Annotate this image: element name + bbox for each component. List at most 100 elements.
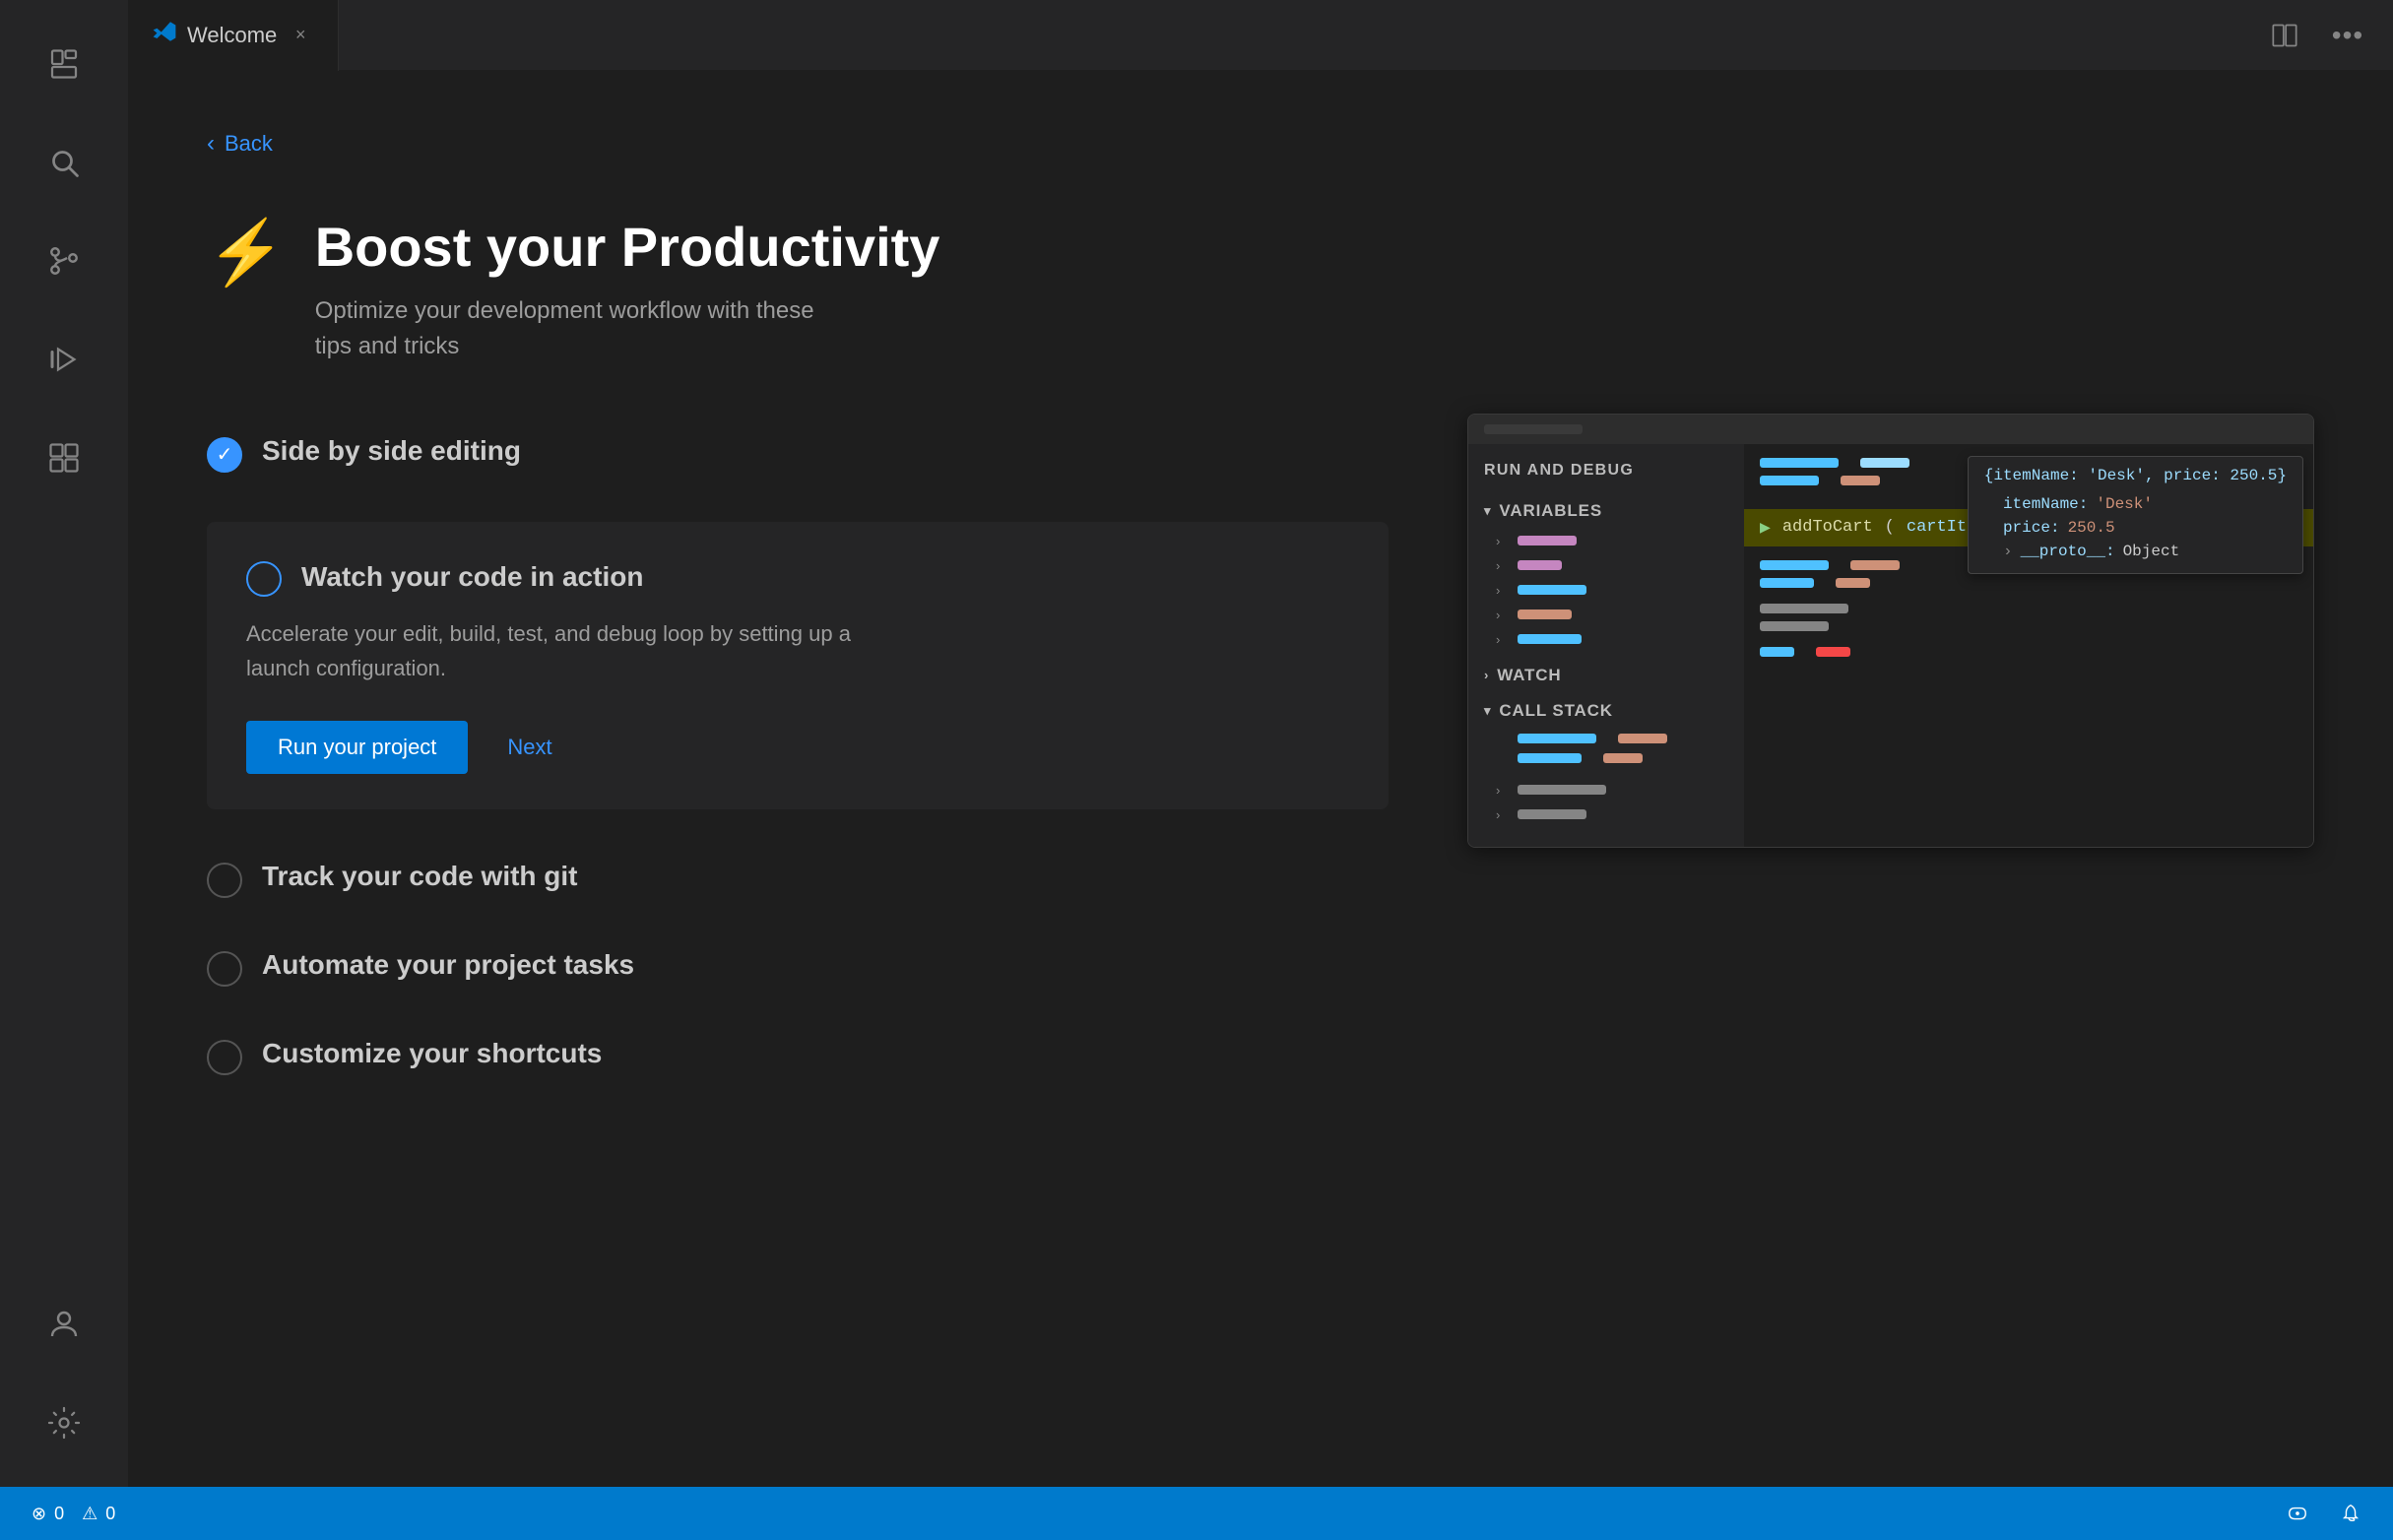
remote-status-button[interactable] xyxy=(2279,1499,2316,1528)
activity-icon-explorer[interactable] xyxy=(20,20,108,108)
checklist-item-automate[interactable]: Automate your project tasks xyxy=(207,947,1389,987)
callstack-bar-2a xyxy=(1518,753,1582,763)
back-chevron-icon: ‹ xyxy=(207,130,215,158)
variables-chevron: ▾ xyxy=(1484,503,1491,519)
watch-header[interactable]: › WATCH xyxy=(1468,658,1744,693)
main-content: ‹ Back ⚡ Boost your Productivity Optimiz… xyxy=(128,71,2393,1487)
var-bar-5 xyxy=(1518,634,1582,644)
tab-close-button[interactable]: × xyxy=(287,22,314,49)
page-subtitle: Optimize your development workflow with … xyxy=(315,293,940,364)
more-actions-button[interactable]: ••• xyxy=(2326,14,2369,57)
back-link[interactable]: ‹ Back xyxy=(207,130,2314,158)
checklist-item-track-git[interactable]: Track your code with git xyxy=(207,859,1389,898)
tooltip-row-3: › __proto__: Object xyxy=(1984,540,2287,563)
extra-row-1: › xyxy=(1468,778,1744,802)
watch-code-title: Watch your code in action xyxy=(301,561,643,593)
code-bar-2a xyxy=(1760,476,1819,485)
error-icon: ⊗ xyxy=(32,1504,46,1524)
expanded-item-actions: Run your project Next xyxy=(246,721,1349,774)
tab-bar: Welcome × ••• xyxy=(128,0,2393,71)
var-chevron-4: › xyxy=(1496,608,1510,622)
status-right xyxy=(2279,1499,2369,1528)
callstack-chevron: ▾ xyxy=(1484,703,1491,719)
tooltip-title: {itemName: 'Desk', price: 250.5} xyxy=(1984,467,2287,484)
code-bar-2b xyxy=(1841,476,1880,485)
var-chevron-3: › xyxy=(1496,583,1510,598)
tooltip-row-2: price: 250.5 xyxy=(1984,516,2287,540)
activity-bar xyxy=(0,0,128,1487)
callstack-label: CALL STACK xyxy=(1499,701,1613,721)
variables-label: VARIABLES xyxy=(1499,501,1602,521)
checklist-item-shortcuts[interactable]: Customize your shortcuts xyxy=(207,1036,1389,1075)
var-chevron-5: › xyxy=(1496,632,1510,647)
run-project-button[interactable]: Run your project xyxy=(246,721,468,774)
activity-icon-search[interactable] xyxy=(20,118,108,207)
variables-header[interactable]: ▾ VARIABLES xyxy=(1468,493,1744,529)
watch-code-desc: Accelerate your edit, build, test, and d… xyxy=(246,616,1349,685)
page-header: ⚡ Boost your Productivity Optimize your … xyxy=(207,217,2314,364)
var-bar-1 xyxy=(1518,536,1577,545)
expanded-item-header[interactable]: Watch your code in action xyxy=(246,557,1349,597)
content-layout: ✓ Side by side editing Watch your code i… xyxy=(207,433,2314,1124)
callstack-section: ▾ CALL STACK xyxy=(1468,693,1744,768)
callstack-header[interactable]: ▾ CALL STACK xyxy=(1468,693,1744,729)
activity-icon-account[interactable] xyxy=(20,1280,108,1369)
tab-title: Welcome xyxy=(187,23,277,48)
shortcuts-label: Customize your shortcuts xyxy=(262,1036,602,1071)
split-editor-button[interactable] xyxy=(2263,14,2306,57)
tab-vscode-icon xyxy=(152,19,177,51)
var-bar-3 xyxy=(1518,585,1586,595)
page-title: Boost your Productivity xyxy=(315,217,940,278)
checkbox-side-by-side: ✓ xyxy=(207,437,242,473)
code-line-7 xyxy=(1744,592,2313,617)
next-button[interactable]: Next xyxy=(507,735,551,760)
activity-bar-top xyxy=(20,0,108,1280)
activity-icon-settings[interactable] xyxy=(20,1379,108,1467)
extra-lines: › › xyxy=(1468,768,1744,837)
var-row-5: › xyxy=(1468,627,1744,652)
var-row-4: › xyxy=(1468,603,1744,627)
checklist-item-side-by-side[interactable]: ✓ Side by side editing xyxy=(207,433,1389,473)
checkbox-watch-code xyxy=(246,561,282,597)
var-chevron-1: › xyxy=(1496,534,1510,548)
checklist: ✓ Side by side editing Watch your code i… xyxy=(207,433,1389,1124)
subtitle-line1: Optimize your development workflow with … xyxy=(315,297,814,324)
expanded-item-watch-code: Watch your code in action Accelerate you… xyxy=(207,522,1389,809)
callstack-row-2 xyxy=(1468,748,1744,768)
code-bar-1b xyxy=(1860,458,1909,468)
callstack-row-1 xyxy=(1468,729,1744,748)
bell-icon xyxy=(2340,1503,2361,1524)
var-row-1: › xyxy=(1468,529,1744,553)
code-line-9 xyxy=(1744,635,2313,661)
code-line-8 xyxy=(1744,617,2313,635)
automate-label: Automate your project tasks xyxy=(262,947,634,983)
activity-icon-extensions[interactable] xyxy=(20,414,108,502)
debug-panel: RUN AND DEBUG ▾ VARIABLES › xyxy=(1467,414,2314,848)
tab-bar-actions: ••• xyxy=(2263,14,2393,57)
var-bar-4 xyxy=(1518,610,1572,619)
var-row-3: › xyxy=(1468,578,1744,603)
code-line-6 xyxy=(1744,574,2313,592)
debug-code-area: {itemName: 'Desk', price: 250.5} itemNam… xyxy=(1744,444,2313,847)
warning-icon: ⚠ xyxy=(82,1504,97,1524)
var-chevron-2: › xyxy=(1496,558,1510,573)
var-bar-2 xyxy=(1518,560,1562,570)
extra-bar-2 xyxy=(1518,809,1586,819)
watch-label: WATCH xyxy=(1497,666,1561,685)
var-row-2: › xyxy=(1468,553,1744,578)
notification-button[interactable] xyxy=(2332,1499,2369,1528)
checkbox-shortcuts xyxy=(207,1040,242,1075)
tab-welcome[interactable]: Welcome × xyxy=(128,0,339,71)
track-git-label: Track your code with git xyxy=(262,859,578,894)
callstack-bar-1b xyxy=(1618,734,1667,743)
checkbox-track-git xyxy=(207,863,242,898)
subtitle-line2: tips and tricks xyxy=(315,333,460,359)
error-count: 0 xyxy=(54,1504,64,1524)
extra-row-2: › xyxy=(1468,802,1744,827)
callstack-bar-1a xyxy=(1518,734,1596,743)
lightning-icon: ⚡ xyxy=(207,221,286,284)
tooltip-row-1: itemName: 'Desk' xyxy=(1984,492,2287,516)
status-errors[interactable]: ⊗ 0 ⚠ 0 xyxy=(24,1500,123,1528)
activity-icon-run[interactable] xyxy=(20,315,108,404)
activity-icon-source-control[interactable] xyxy=(20,217,108,305)
